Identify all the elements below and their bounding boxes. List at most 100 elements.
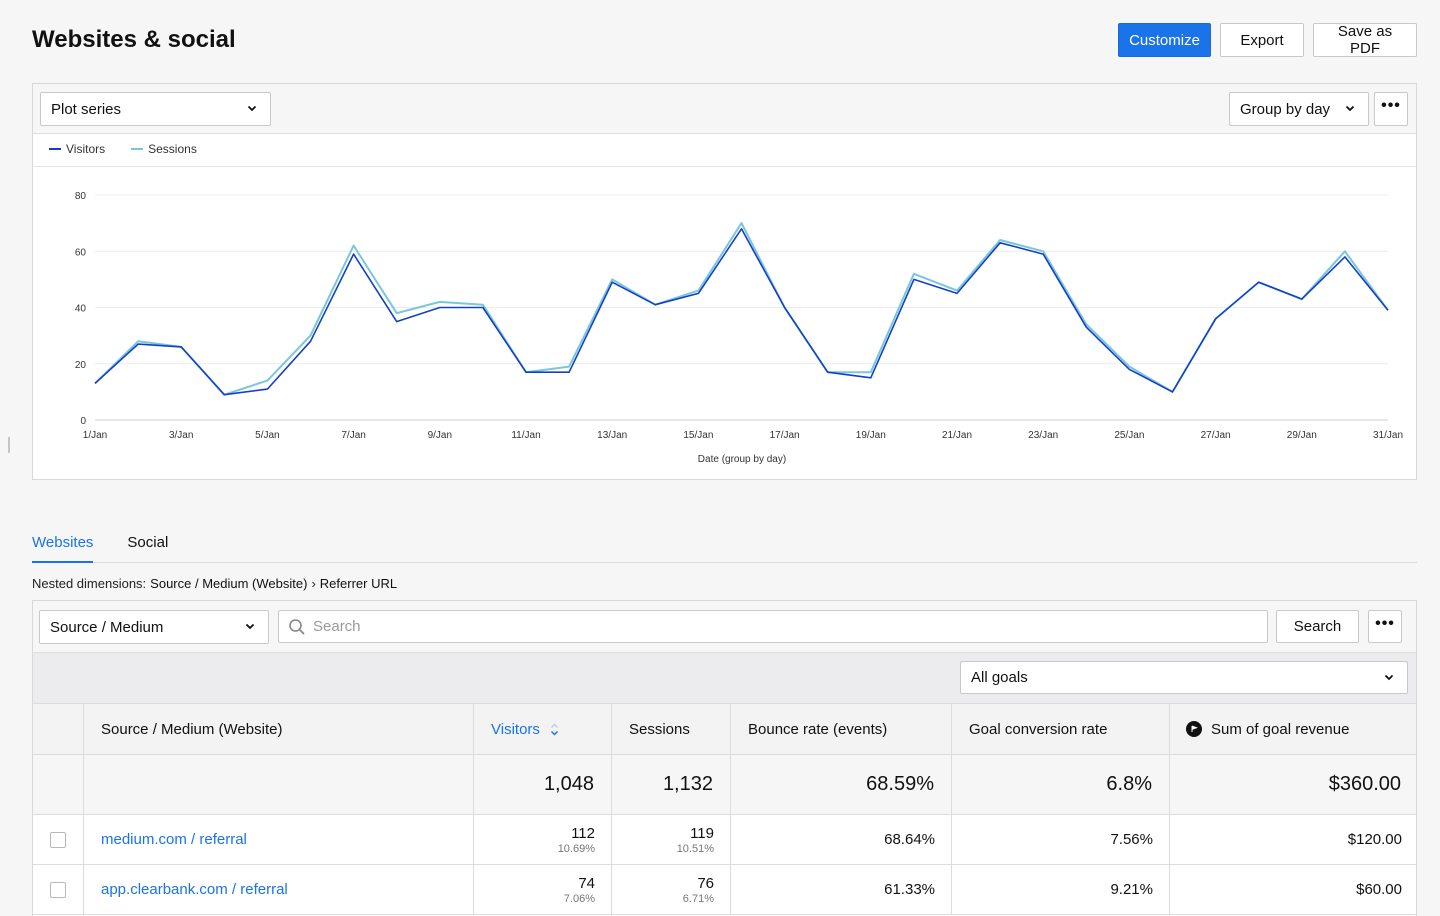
tab-websites[interactable]: Websites	[32, 533, 94, 563]
visitors-percent: 7.06%	[563, 892, 595, 905]
conversion-rate-cell: 7.56%	[952, 815, 1170, 864]
legend-swatch	[49, 148, 61, 150]
table-header: Source / Medium (Website) Visitors Sessi…	[33, 704, 1416, 755]
visitors-value: 74	[578, 874, 595, 892]
legend-label: Visitors	[66, 142, 106, 156]
breadcrumb-separator: ›	[311, 576, 316, 591]
source-link[interactable]: medium.com / referral	[101, 831, 247, 848]
window-edge-marker	[8, 437, 10, 453]
goal-revenue-cell: $120.00	[1347, 831, 1402, 848]
search-field	[278, 610, 1268, 643]
sessions-cell: 119 10.51%	[612, 815, 731, 864]
chart-toolbar: Plot series Group by day •••	[33, 84, 1416, 134]
sessions-value: 76	[697, 874, 714, 892]
line-chart: 0 20 40 60 80 1/Jan 3/Jan 5/Jan 7/Jan 9/Jan 11/Ja…	[75, 191, 1403, 465]
breadcrumb: Nested dimensions: Source / Medium (Webs…	[32, 576, 397, 591]
breadcrumb-second[interactable]: Referrer URL	[320, 576, 397, 591]
x-tick-label: 9/Jan	[428, 430, 452, 441]
sessions-percent: 6.71%	[682, 892, 714, 905]
row-checkbox[interactable]	[50, 881, 66, 898]
bounce-rate-cell: 68.64%	[731, 815, 952, 864]
x-tick-label: 1/Jan	[83, 430, 107, 441]
x-tick-label: 29/Jan	[1287, 430, 1317, 441]
plot-series-label: Plot series	[51, 100, 122, 118]
row-checkbox[interactable]	[50, 831, 66, 848]
series-line-visitors[interactable]	[94, 227, 1389, 396]
header-label: Source / Medium (Website)	[101, 720, 283, 738]
totals-label-cell	[84, 755, 474, 814]
search-icon	[289, 619, 305, 635]
bounce-rate-cell: 61.33%	[731, 865, 952, 914]
sort-icon	[550, 722, 558, 736]
conversion-rate-cell: 9.21%	[952, 865, 1170, 914]
legend-item-sessions[interactable]: Sessions	[131, 142, 197, 156]
total-bounce-rate: 68.59%	[731, 755, 952, 814]
series-line-sessions[interactable]	[94, 222, 1389, 396]
source-link[interactable]: app.clearbank.com / referral	[101, 881, 288, 898]
customize-button[interactable]: Customize	[1118, 23, 1211, 57]
table-card: Source / Medium Search ••• All goals Sou…	[32, 600, 1417, 916]
dimension-select[interactable]: Source / Medium	[39, 610, 269, 644]
chart-more-button[interactable]: •••	[1374, 92, 1408, 126]
search-button[interactable]: Search	[1276, 610, 1359, 643]
more-dots-icon: •••	[1375, 614, 1395, 632]
totals-row: 1,048 1,132 68.59% 6.8% $360.00	[33, 755, 1416, 815]
breadcrumb-first[interactable]: Source / Medium (Website)	[150, 576, 307, 591]
x-tick-label: 11/Jan	[511, 430, 540, 441]
export-button[interactable]: Export	[1220, 23, 1304, 57]
chart-card: Plot series Group by day ••• Visitors Se…	[32, 83, 1417, 480]
header-goal-revenue[interactable]: Sum of goal revenue	[1170, 704, 1416, 754]
sessions-cell: 76 6.71%	[612, 865, 731, 914]
legend-label: Sessions	[148, 142, 197, 156]
table-more-button[interactable]: •••	[1368, 610, 1402, 643]
goals-label: All goals	[971, 669, 1028, 686]
group-by-select[interactable]: Group by day	[1229, 92, 1369, 126]
tab-bar: Websites Social	[32, 533, 1417, 563]
row-select-cell	[33, 815, 84, 864]
goals-row: All goals	[33, 653, 1416, 704]
chevron-down-icon	[245, 623, 255, 630]
plot-series-select[interactable]: Plot series	[40, 92, 271, 126]
x-tick-label: 25/Jan	[1114, 430, 1144, 441]
legend-swatch	[131, 148, 144, 150]
header-select-column	[33, 704, 84, 754]
x-tick-label: 7/Jan	[341, 430, 365, 441]
total-visitors: 1,048	[474, 755, 612, 814]
x-tick-label: 15/Jan	[683, 430, 713, 441]
legend-item-visitors[interactable]: Visitors	[49, 142, 105, 156]
goals-select[interactable]: All goals	[960, 661, 1408, 694]
header-source-medium[interactable]: Source / Medium (Website)	[84, 704, 474, 754]
tab-social[interactable]: Social	[127, 533, 168, 563]
y-tick-label: 40	[75, 304, 87, 315]
goal-flag-icon	[1186, 721, 1202, 737]
header-goal-conversion[interactable]: Goal conversion rate	[952, 704, 1170, 754]
x-tick-label: 13/Jan	[597, 430, 627, 441]
goal-revenue-cell: $60.00	[1356, 881, 1402, 898]
x-tick-label: 3/Jan	[169, 430, 193, 441]
header-label: Sessions	[629, 720, 690, 738]
x-tick-label: 21/Jan	[942, 430, 972, 441]
row-select-cell	[33, 865, 84, 914]
save-as-pdf-button[interactable]: Save as PDF	[1313, 23, 1417, 57]
header-label: Bounce rate (events)	[748, 720, 888, 738]
top-actions: Customize Export Save as PDF	[1118, 23, 1417, 57]
total-conversion-rate: 6.8%	[952, 755, 1170, 814]
sessions-value: 119	[690, 824, 714, 842]
x-tick-label: 23/Jan	[1028, 430, 1058, 441]
header-label: Visitors	[491, 720, 540, 738]
chart-legend: Visitors Sessions	[49, 142, 197, 156]
x-tick-label: 5/Jan	[255, 430, 279, 441]
table-toolbar: Source / Medium Search •••	[33, 601, 1416, 653]
header-sessions[interactable]: Sessions	[612, 704, 731, 754]
header-bounce-rate[interactable]: Bounce rate (events)	[731, 704, 952, 754]
x-axis-label: Date (group by day)	[698, 454, 786, 465]
x-tick-label: 31/Jan	[1373, 430, 1403, 441]
chevron-down-icon	[1345, 105, 1355, 112]
chevron-down-icon	[247, 105, 257, 112]
totals-select-cell	[33, 755, 84, 814]
search-input[interactable]	[313, 618, 1267, 635]
y-tick-label: 0	[80, 416, 86, 427]
visitors-cell: 112 10.69%	[474, 815, 612, 864]
x-tick-label: 19/Jan	[856, 430, 886, 441]
header-visitors[interactable]: Visitors	[474, 704, 612, 754]
